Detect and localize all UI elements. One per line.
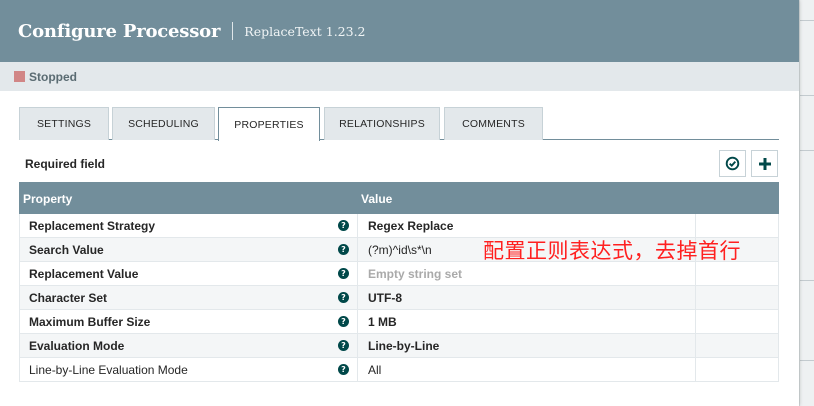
tab-label: SETTINGS bbox=[36, 118, 92, 130]
tab-bar: SETTINGS SCHEDULING PROPERTIES RELATIONS… bbox=[19, 107, 779, 141]
tab-label: PROPERTIES bbox=[234, 118, 304, 131]
plus-icon bbox=[758, 157, 771, 170]
help-icon[interactable]: ? bbox=[338, 292, 349, 303]
table-row[interactable]: Maximum Buffer Size ? 1 MB bbox=[19, 310, 779, 334]
property-name: Character Set bbox=[29, 291, 108, 305]
tab-relationships[interactable]: RELATIONSHIPS bbox=[324, 107, 440, 140]
canvas-line bbox=[800, 95, 814, 96]
properties-table: Property Value Replacement Strategy ? Re… bbox=[19, 182, 779, 382]
property-name: Line-by-Line Evaluation Mode bbox=[29, 363, 188, 377]
column-divider bbox=[695, 334, 696, 358]
column-header-value: Value bbox=[361, 192, 393, 206]
column-divider bbox=[357, 262, 358, 286]
processor-status-bar: Stopped bbox=[0, 62, 799, 91]
annotation-text: 配置正则表达式，去掉首行 bbox=[483, 239, 741, 263]
property-name: Replacement Value bbox=[29, 267, 139, 281]
help-icon[interactable]: ? bbox=[338, 244, 349, 255]
column-divider bbox=[357, 214, 358, 238]
help-icon[interactable]: ? bbox=[338, 220, 349, 231]
add-property-button[interactable] bbox=[751, 150, 778, 177]
table-row[interactable]: Character Set ? UTF-8 bbox=[19, 286, 779, 310]
stopped-icon bbox=[14, 71, 25, 82]
canvas-edge bbox=[799, 0, 814, 406]
property-name: Replacement Strategy bbox=[29, 219, 156, 233]
tab-label: RELATIONSHIPS bbox=[339, 118, 425, 130]
tab-label: SCHEDULING bbox=[128, 118, 199, 130]
canvas-line bbox=[800, 150, 814, 151]
column-divider bbox=[357, 358, 358, 382]
property-value[interactable]: Regex Replace bbox=[368, 219, 453, 233]
table-row[interactable]: Replacement Value ? Empty string set bbox=[19, 262, 779, 286]
status-label: Stopped bbox=[29, 69, 77, 84]
header-divider bbox=[232, 22, 234, 40]
column-divider bbox=[695, 262, 696, 286]
tab-scheduling[interactable]: SCHEDULING bbox=[112, 107, 215, 140]
property-name: Search Value bbox=[29, 243, 104, 257]
column-divider bbox=[695, 286, 696, 310]
help-icon[interactable]: ? bbox=[338, 340, 349, 351]
column-divider bbox=[695, 358, 696, 382]
check-circle-icon bbox=[725, 156, 740, 171]
property-value[interactable]: All bbox=[368, 363, 381, 377]
canvas-line bbox=[800, 20, 814, 21]
tab-label: COMMENTS bbox=[462, 118, 525, 130]
column-divider bbox=[357, 334, 358, 358]
processor-type: ReplaceText 1.23.2 bbox=[244, 23, 366, 39]
help-icon[interactable]: ? bbox=[338, 316, 349, 327]
configure-processor-dialog: Configure Processor ReplaceText 1.23.2 S… bbox=[0, 0, 799, 406]
help-icon[interactable]: ? bbox=[338, 268, 349, 279]
column-divider bbox=[357, 238, 358, 262]
tab-comments[interactable]: COMMENTS bbox=[444, 107, 543, 140]
property-value[interactable]: (?m)^id\s*\n bbox=[368, 243, 432, 257]
required-field-label: Required field bbox=[25, 157, 106, 171]
column-divider bbox=[357, 286, 358, 310]
tab-settings[interactable]: SETTINGS bbox=[19, 107, 109, 140]
property-value[interactable]: Empty string set bbox=[368, 267, 462, 281]
verify-properties-button[interactable] bbox=[719, 150, 746, 177]
table-header: Property Value bbox=[19, 182, 779, 214]
canvas-line bbox=[800, 360, 814, 361]
dialog-header: Configure Processor ReplaceText 1.23.2 bbox=[0, 0, 799, 62]
help-icon[interactable]: ? bbox=[338, 364, 349, 375]
property-name: Evaluation Mode bbox=[29, 339, 125, 353]
property-value[interactable]: Line-by-Line bbox=[368, 339, 439, 353]
property-name: Maximum Buffer Size bbox=[29, 315, 151, 329]
column-header-property: Property bbox=[23, 192, 73, 206]
column-divider bbox=[357, 310, 358, 334]
table-row[interactable]: Evaluation Mode ? Line-by-Line bbox=[19, 334, 779, 358]
column-divider bbox=[695, 310, 696, 334]
property-value[interactable]: 1 MB bbox=[368, 315, 397, 329]
table-row[interactable]: Line-by-Line Evaluation Mode ? All bbox=[19, 358, 779, 382]
property-value[interactable]: UTF-8 bbox=[368, 291, 402, 305]
dialog-title: Configure Processor bbox=[18, 20, 221, 42]
canvas-line bbox=[800, 280, 814, 281]
tab-properties[interactable]: PROPERTIES bbox=[218, 107, 320, 141]
